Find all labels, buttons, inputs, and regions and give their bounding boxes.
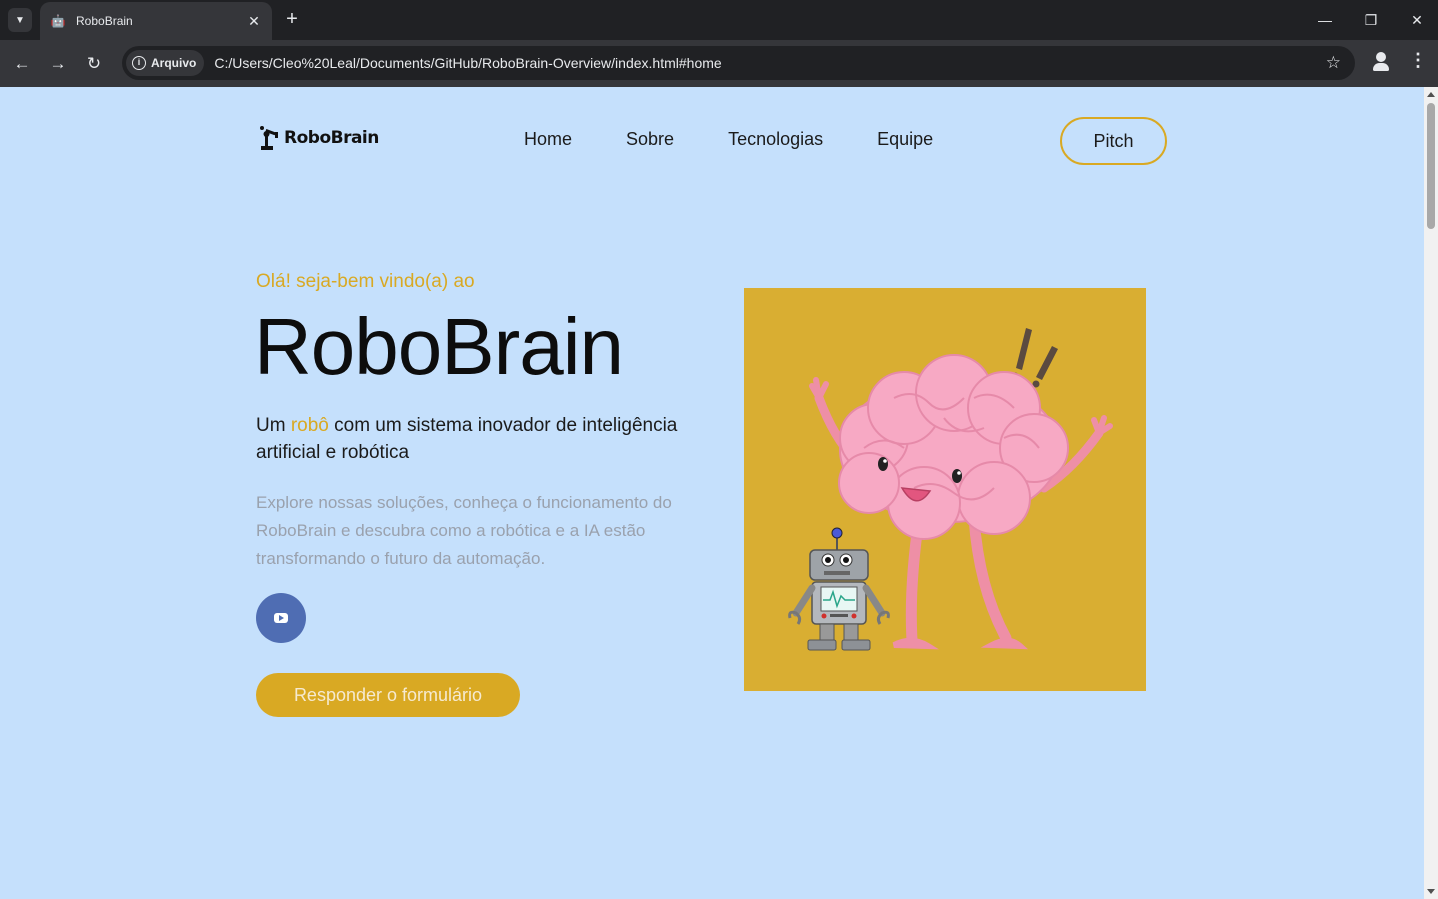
bookmark-star-icon[interactable]: ☆ xyxy=(1326,53,1341,73)
youtube-button[interactable] xyxy=(256,593,306,643)
scroll-down-icon[interactable] xyxy=(1427,889,1435,894)
browser-tab[interactable]: 🤖 RoboBrain ✕ xyxy=(40,2,272,40)
tab-title: RoboBrain xyxy=(76,14,133,28)
nav-sobre[interactable]: Sobre xyxy=(626,129,674,150)
tagline-start: Um xyxy=(256,415,291,436)
robot-favicon-icon: 🤖 xyxy=(50,14,66,28)
greeting-text: Olá! seja-bem vindo(a) ao xyxy=(256,271,475,292)
close-window-button[interactable]: ✕ xyxy=(1394,6,1438,34)
close-tab-icon[interactable]: ✕ xyxy=(246,13,262,30)
menu-kebab-icon[interactable]: ⋮ xyxy=(1408,50,1428,74)
new-tab-button[interactable]: + xyxy=(282,8,302,32)
hero-description: Explore nossas soluções, conheça o funci… xyxy=(256,493,672,568)
info-icon: i xyxy=(132,56,146,70)
forward-button[interactable]: → xyxy=(44,50,72,78)
address-bar[interactable]: i Arquivo C:/Users/Cleo%20Leal/Documents… xyxy=(122,46,1355,80)
url-text[interactable]: C:/Users/Cleo%20Leal/Documents/GitHub/Ro… xyxy=(214,55,721,71)
nav-home[interactable]: Home xyxy=(524,129,572,150)
youtube-icon xyxy=(274,613,288,623)
reload-button[interactable]: ↻ xyxy=(80,50,108,78)
scroll-up-icon[interactable] xyxy=(1427,92,1435,97)
nav-equipe[interactable]: Equipe xyxy=(877,129,933,150)
chevron-down-icon: ▼ xyxy=(15,14,25,26)
page-viewport: RoboBrain Home Sobre Tecnologias Equipe … xyxy=(0,87,1424,899)
brand-name: RoboBrain xyxy=(284,128,379,148)
hero-illustration xyxy=(744,288,1146,691)
tagline-highlight: robô xyxy=(290,415,329,436)
brain-robot-illustration xyxy=(788,328,1113,651)
site-info-chip[interactable]: i Arquivo xyxy=(126,50,205,76)
tab-bar: ▼ 🤖 RoboBrain ✕ + — ❐ ✕ xyxy=(0,0,1438,40)
pitch-button[interactable]: Pitch xyxy=(1060,117,1167,165)
browser-toolbar: ← → ↻ i Arquivo C:/Users/Cleo%20Leal/Doc… xyxy=(0,40,1438,87)
form-cta-button[interactable]: Responder o formulário xyxy=(256,673,520,717)
hero-tagline: Um robô com um sistema inovador de intel… xyxy=(256,412,696,466)
minimize-button[interactable]: — xyxy=(1302,6,1348,34)
site-info-label: Arquivo xyxy=(151,56,197,70)
nav-tecnologias[interactable]: Tecnologias xyxy=(728,129,823,150)
restore-button[interactable]: ❐ xyxy=(1348,6,1394,34)
page-scrollbar[interactable] xyxy=(1424,87,1438,899)
main-nav: Home Sobre Tecnologias Equipe xyxy=(524,129,987,150)
profile-avatar-icon[interactable] xyxy=(1369,49,1395,75)
back-button[interactable]: ← xyxy=(8,50,36,78)
tab-search-button[interactable]: ▼ xyxy=(8,8,32,32)
robot-arm-icon xyxy=(260,126,278,150)
hero-title: RoboBrain xyxy=(254,302,624,391)
site-logo[interactable]: RoboBrain xyxy=(258,125,379,151)
scrollbar-thumb[interactable] xyxy=(1427,103,1435,229)
